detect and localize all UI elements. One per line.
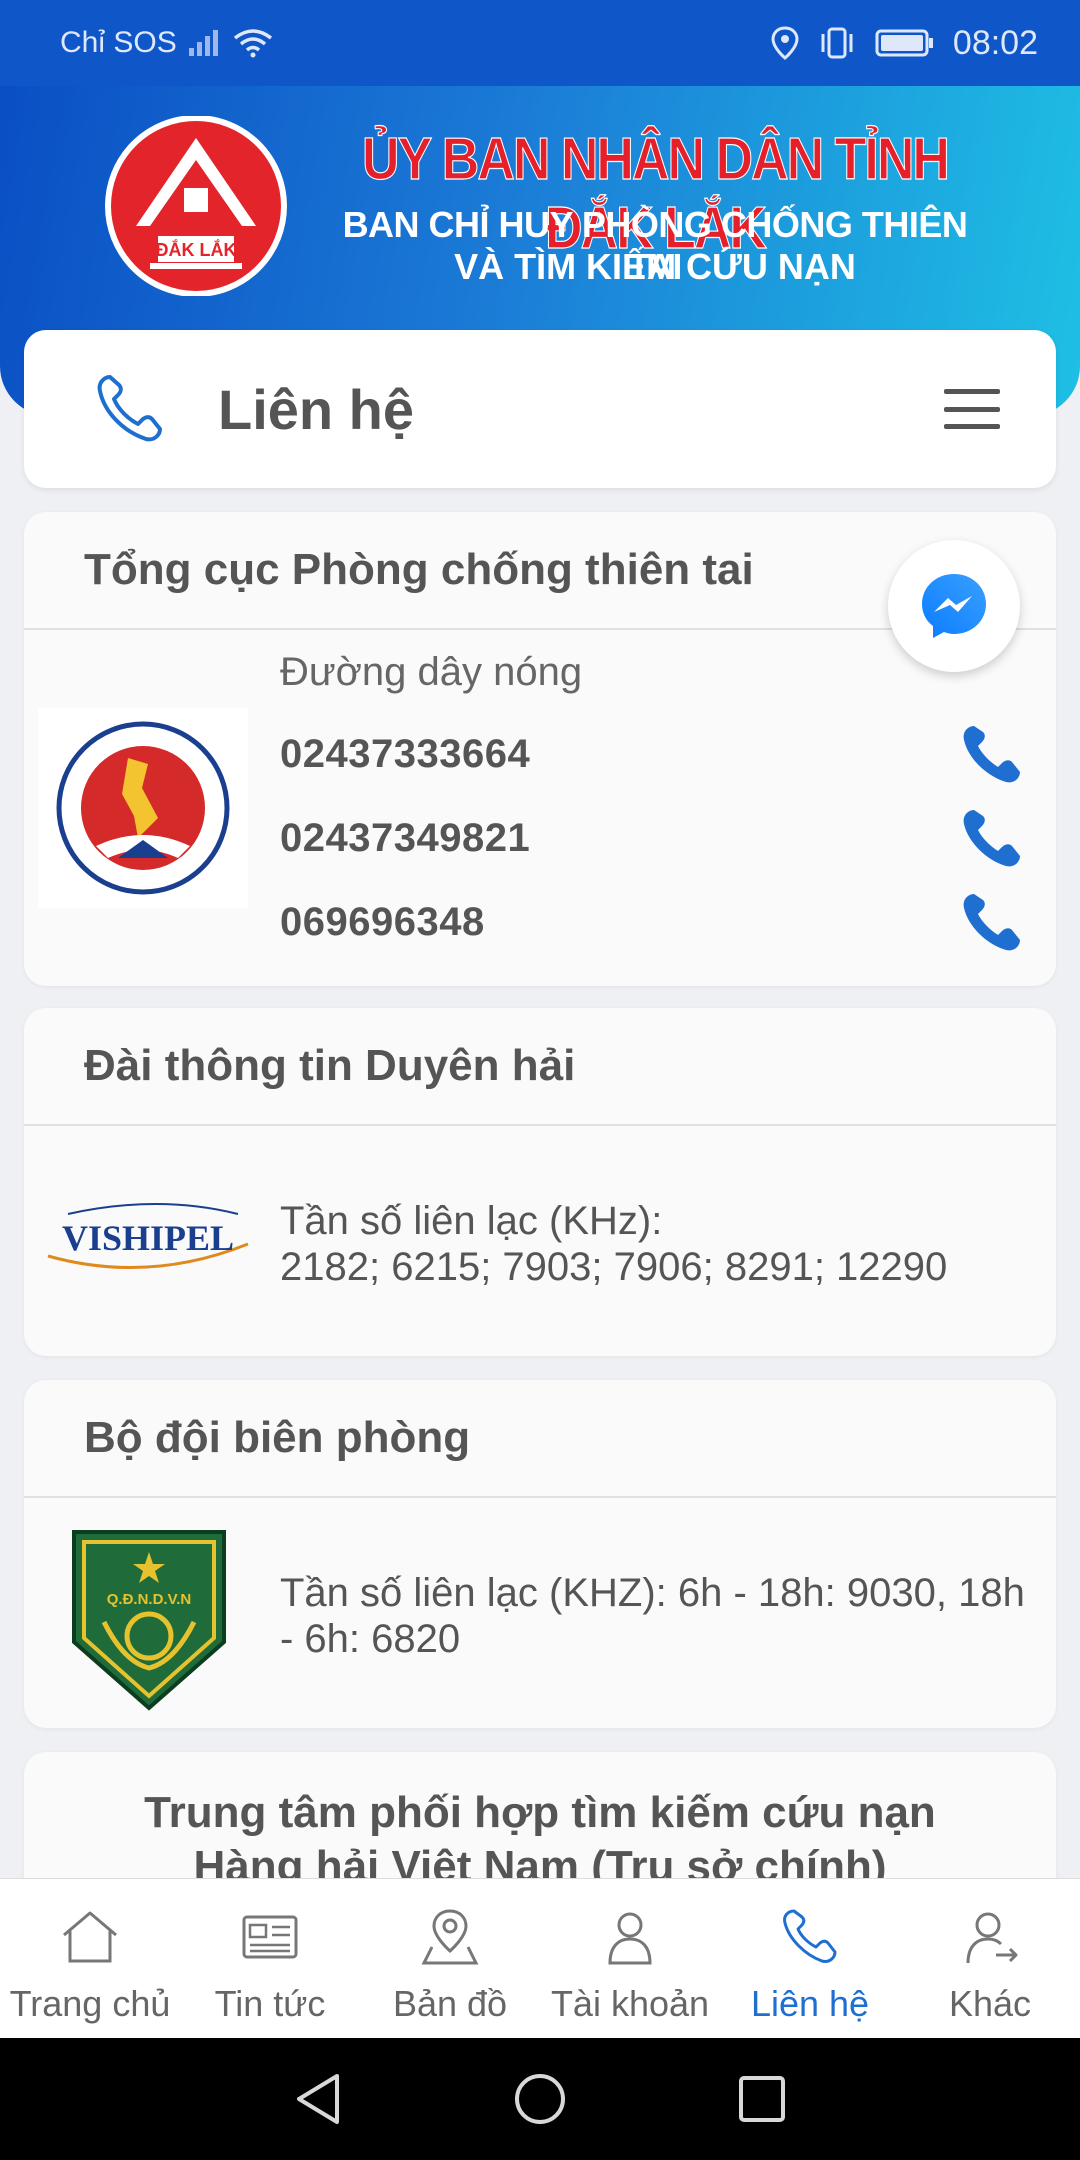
hamburger-menu-icon[interactable] [944, 389, 1000, 429]
frequency-info: Tần số liên lạc (KHz): 2182; 6215; 7903;… [280, 1198, 947, 1290]
home-circle-icon[interactable] [513, 2072, 567, 2126]
vishipel-logo-text: VISHIPEL [62, 1218, 234, 1258]
status-bar: Chỉ SOS 08:02 [0, 0, 1080, 86]
nav-map[interactable]: Bản đồ [360, 1879, 540, 2038]
clock-text: 08:02 [952, 23, 1038, 62]
nav-label: Trang chủ [9, 1983, 171, 2024]
call-button-icon[interactable] [960, 890, 1024, 954]
bottom-navigation: Trang chủ Tin tức Bản đồ Tài khoản Liên … [0, 1878, 1080, 2038]
carrier-text: Chỉ SOS [60, 26, 177, 59]
status-left: Chỉ SOS [60, 26, 273, 60]
vishipel-logo: VISHIPEL [47, 1203, 249, 1270]
frequency-info: Tần số liên lạc (KHZ): 6h - 18h: 9030, 1… [280, 1570, 1025, 1662]
card-title: Bộ đội biên phòng [24, 1380, 1056, 1498]
frequency-label: Tần số liên lạc (KHz): [280, 1199, 663, 1243]
phone-row: 02437349821 [280, 808, 1040, 868]
call-button-icon[interactable] [960, 806, 1024, 870]
phone-icon [97, 375, 162, 442]
frequency-line2: - 6h: 6820 [280, 1617, 461, 1661]
nav-label: Khác [948, 1983, 1032, 2024]
nav-label: Tin tức [214, 1983, 326, 2024]
province-logo: ĐẮK LẮK [105, 116, 287, 296]
page-title: Liên hệ [218, 377, 415, 441]
status-right: 08:02 [771, 24, 1038, 63]
card-title-line1: Trung tâm phối hợp tìm kiếm cứu nạn [144, 1788, 936, 1837]
phone-number: 069696348 [280, 899, 485, 944]
signal-icon [188, 30, 218, 56]
contact-card-border-guard: Bộ đội biên phòng Q.Đ.N.D.V.N Tần số liê… [24, 1380, 1056, 1728]
nav-home[interactable]: Trang chủ [0, 1879, 180, 2038]
messenger-button[interactable] [888, 540, 1020, 672]
call-button-icon[interactable] [960, 722, 1024, 786]
hotline-label: Đường dây nóng [280, 650, 583, 694]
phone-icon [783, 1909, 837, 1963]
battery-icon [875, 29, 933, 57]
card-title: Đài thông tin Duyên hải [24, 1008, 1056, 1126]
vibrate-icon [821, 27, 853, 59]
nav-more[interactable]: Khác [900, 1879, 1080, 2038]
banner-title-line3: VÀ TÌM KIẾM CỨU NẠN [454, 246, 856, 287]
nav-label: Tài khoản [550, 1983, 710, 2024]
frequency-line1: Tần số liên lạc (KHZ): 6h - 18h: 9030, 1… [280, 1571, 1025, 1615]
home-icon [63, 1911, 117, 1963]
contact-card-coastal-radio: Đài thông tin Duyên hải VISHIPEL Tần số … [24, 1008, 1056, 1356]
phone-number: 02437349821 [280, 815, 531, 860]
phone-row: 069696348 [280, 892, 1040, 952]
emblem-text: Q.Đ.N.D.V.N [107, 1591, 191, 1608]
recents-icon[interactable] [737, 2074, 787, 2124]
nav-account[interactable]: Tài khoản [540, 1879, 720, 2038]
wifi-icon [233, 29, 272, 58]
system-navigation-bar [0, 2038, 1080, 2160]
logo-text: ĐẮK LẮK [156, 239, 237, 260]
phone-row: 02437333664 [280, 724, 1040, 784]
phone-number: 02437333664 [280, 731, 531, 776]
nav-news[interactable]: Tin tức [180, 1879, 360, 2038]
border-guard-emblem: Q.Đ.N.D.V.N [72, 1530, 226, 1711]
map-pin-icon [421, 1909, 479, 1965]
nav-label: Bản đồ [392, 1983, 508, 2024]
nav-contact[interactable]: Liên hệ [720, 1879, 900, 2038]
nav-label: Liên hệ [750, 1983, 870, 2024]
messenger-icon [922, 574, 986, 638]
location-icon [771, 26, 799, 60]
frequency-values: 2182; 6215; 7903; 7906; 8291; 12290 [280, 1245, 948, 1289]
back-icon[interactable] [293, 2072, 343, 2126]
disaster-command-logo [38, 708, 248, 908]
user-icon [608, 1912, 652, 1965]
news-icon [242, 1915, 298, 1959]
page-header: Liên hệ [24, 330, 1056, 488]
user-switch-icon [966, 1912, 1018, 1964]
